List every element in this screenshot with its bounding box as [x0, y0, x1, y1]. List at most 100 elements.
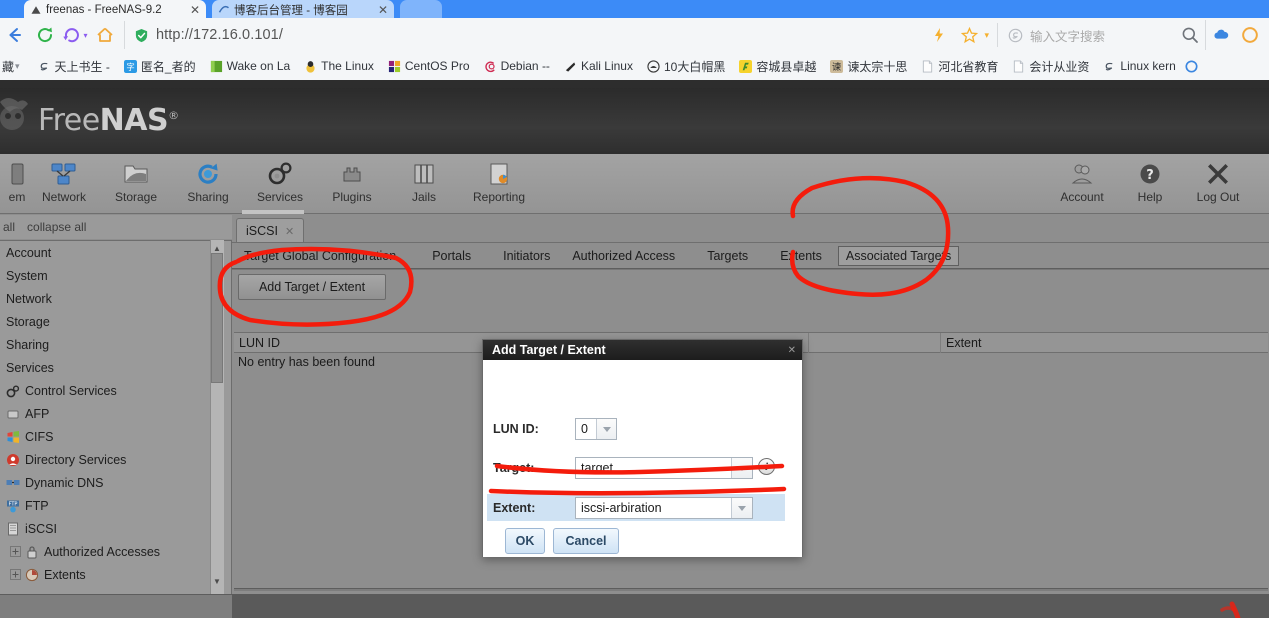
tree-item-iscsi[interactable]: iSCSI: [0, 517, 231, 540]
tab-extents[interactable]: Extents: [772, 246, 830, 266]
tab-associated-targets[interactable]: Associated Targets: [837, 246, 960, 266]
chevron-down-icon[interactable]: [596, 419, 616, 439]
reload-button[interactable]: [30, 20, 60, 50]
close-icon[interactable]: ✕: [190, 4, 200, 16]
scroll-down-arrow-icon[interactable]: ▼: [211, 575, 223, 588]
bookmark-item[interactable]: [1183, 55, 1209, 77]
lightning-button[interactable]: [924, 20, 954, 50]
browser-extension-button[interactable]: [1235, 20, 1265, 50]
add-target-extent-button[interactable]: Add Target / Extent: [238, 274, 386, 300]
tree-scrollbar-thumb[interactable]: [211, 253, 223, 383]
tree-label: Dynamic DNS: [25, 475, 104, 490]
cloud-extension-button[interactable]: [1205, 20, 1235, 50]
toolbar-item-logout[interactable]: Log Out: [1181, 158, 1255, 210]
navigation-tree: Account System Network Storage Sharing S…: [0, 240, 232, 595]
ok-button[interactable]: OK: [505, 528, 545, 554]
browser-tab-freenas[interactable]: freenas - FreeNAS-9.2 ✕: [24, 0, 206, 20]
bookmark-item[interactable]: 天上书生 -: [31, 55, 117, 77]
tree-item-system[interactable]: System: [0, 264, 231, 287]
bookmark-item[interactable]: CentOS Pro: [381, 55, 477, 77]
tree-item-control-services[interactable]: Control Services: [0, 379, 231, 402]
tree-item-account[interactable]: Account: [0, 241, 231, 264]
tree-item-storage[interactable]: Storage: [0, 310, 231, 333]
toolbar-item-sharing[interactable]: Sharing: [171, 158, 245, 210]
tree-item-afp[interactable]: AFP: [0, 402, 231, 425]
toolbar-item-plugins[interactable]: Plugins: [315, 158, 389, 210]
target-select[interactable]: target: [575, 457, 753, 479]
tree-item-network[interactable]: Network: [0, 287, 231, 310]
bookmark-item[interactable]: 字 匿名_者的: [117, 55, 203, 77]
hat-icon: [647, 59, 660, 73]
close-icon[interactable]: ✕: [788, 345, 796, 356]
tree-item-authorized-accesses[interactable]: Authorized Accesses: [0, 540, 231, 563]
bookmark-folder[interactable]: 藏 ▾: [0, 55, 31, 77]
expand-all-link[interactable]: d all: [0, 220, 15, 234]
browser-new-tab-button[interactable]: [400, 0, 442, 20]
bookmark-star-button[interactable]: [954, 20, 984, 50]
authorized-accesses-icon: [27, 545, 37, 558]
bookmark-label: 10大白帽黑: [663, 59, 726, 74]
tree-item-sharing[interactable]: Sharing: [0, 333, 231, 356]
tree-item-ftp[interactable]: FTP FTP: [0, 494, 231, 517]
grid-column-extent[interactable]: Extent: [941, 333, 1268, 353]
toolbar-item-reporting[interactable]: Reporting: [462, 158, 536, 210]
info-icon[interactable]: i: [758, 458, 775, 475]
browser-tab-cnblogs[interactable]: 博客后台管理 - 博客园 ✕: [212, 0, 394, 20]
tree-item-services[interactable]: Services: [0, 356, 231, 379]
page-tab-iscsi[interactable]: iSCSI ✕: [236, 218, 305, 243]
bookmark-item[interactable]: Wake on La: [203, 55, 298, 77]
tab-portals[interactable]: Portals: [424, 246, 479, 266]
tree-item-cifs[interactable]: CIFS: [0, 425, 231, 448]
debian-icon: [484, 60, 495, 72]
toolbar-item-account[interactable]: Account: [1045, 158, 1119, 210]
toolbar-item-jails[interactable]: Jails: [387, 158, 461, 210]
search-input[interactable]: 输入文字搜索: [1030, 26, 1105, 45]
toolbar-label: Account: [1060, 190, 1104, 204]
history-back-button[interactable]: ▾: [60, 20, 90, 50]
chevron-down-icon[interactable]: [731, 498, 752, 518]
home-button[interactable]: [90, 20, 120, 50]
chevron-down-icon[interactable]: ▾: [984, 30, 989, 41]
bookmark-item[interactable]: 谏 谏太宗十思: [823, 55, 914, 77]
bookmark-label: Kali Linux: [580, 59, 633, 73]
logo-nas: NAS: [99, 103, 169, 138]
network-icon: [51, 163, 76, 185]
tab-initiators[interactable]: Initiators: [495, 246, 558, 266]
chevron-down-icon[interactable]: [731, 458, 752, 478]
bookmark-item[interactable]: Debian --: [477, 55, 557, 77]
lun-id-select[interactable]: 0: [575, 418, 617, 440]
grid-column-blank[interactable]: [809, 333, 941, 353]
bookmark-item[interactable]: 河北省教育: [914, 55, 1005, 77]
browser-search-box[interactable]: 输入文字搜索: [996, 23, 1105, 47]
close-icon[interactable]: ✕: [285, 225, 294, 238]
toolbar-item-network[interactable]: Network: [27, 158, 101, 210]
bookmark-item[interactable]: 会计从业资: [1005, 55, 1096, 77]
expand-plus-icon[interactable]: [10, 569, 21, 580]
tab-targets[interactable]: Targets: [699, 246, 756, 266]
bookmark-item[interactable]: Linux kern: [1096, 55, 1182, 77]
toolbar-item-storage[interactable]: Storage: [99, 158, 173, 210]
cancel-button[interactable]: Cancel: [553, 528, 619, 554]
logo-registered: ®: [168, 109, 179, 122]
expand-plus-icon[interactable]: [10, 546, 21, 557]
toolbar-item-services[interactable]: Services: [243, 158, 317, 210]
back-button[interactable]: [0, 20, 30, 50]
tree-item-extents[interactable]: Extents: [0, 563, 231, 586]
toolbar-item-help[interactable]: ? Help: [1113, 158, 1187, 210]
bookmark-item[interactable]: 容城县卓越: [732, 55, 823, 77]
close-icon[interactable]: ✕: [378, 4, 388, 16]
tab-target-global-configuration[interactable]: Target Global Configuration: [236, 246, 404, 266]
extent-select[interactable]: iscsi-arbiration: [575, 497, 753, 519]
collapse-all-link[interactable]: collapse all: [27, 220, 86, 234]
bookmark-item[interactable]: Kali Linux: [557, 55, 640, 77]
search-go-button[interactable]: [1175, 20, 1205, 50]
dynamic-dns-icon: [6, 479, 20, 485]
bookmark-label: Linux kern: [1120, 59, 1176, 73]
tab-authorized-access[interactable]: Authorized Access: [564, 246, 683, 266]
bookmark-item[interactable]: The Linux: [297, 55, 381, 77]
bookmark-item[interactable]: 10大白帽黑: [640, 55, 732, 77]
address-bar[interactable]: http://172.16.0.101/: [124, 21, 922, 49]
tree-item-directory-services[interactable]: Directory Services: [0, 448, 231, 471]
tree-item-dynamic-dns[interactable]: Dynamic DNS: [0, 471, 231, 494]
reload-icon: [38, 27, 53, 43]
